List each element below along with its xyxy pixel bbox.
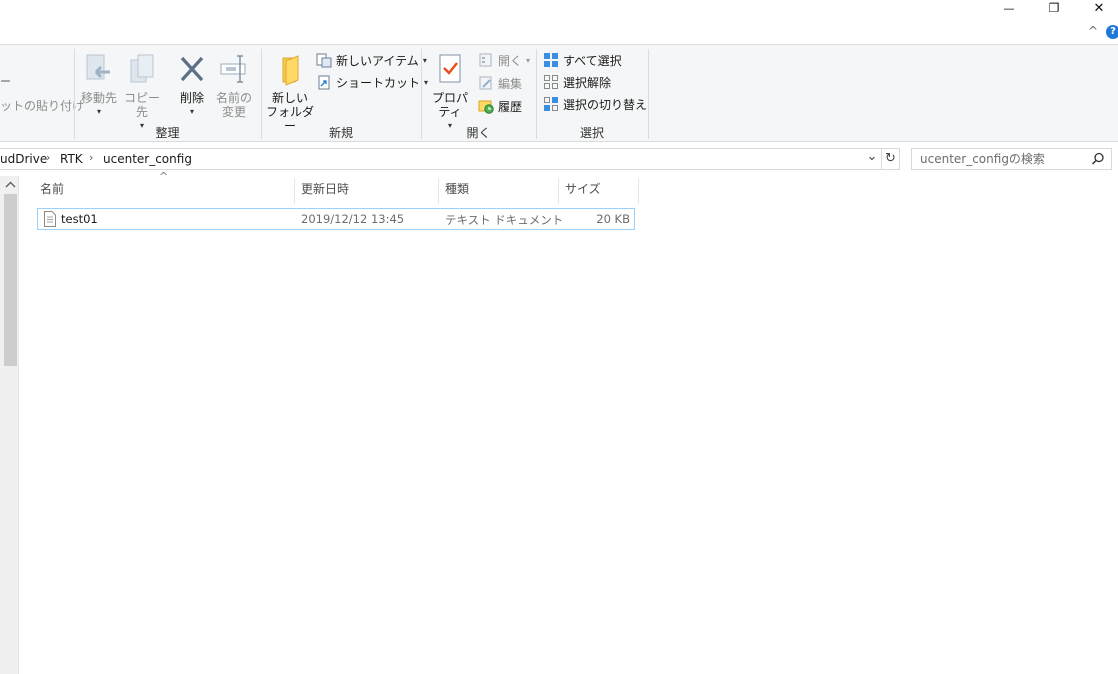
minimize-button[interactable]: — [986,0,1032,16]
help-button[interactable]: ? [1106,25,1118,39]
text-file-icon [43,211,57,227]
shortcut-icon [316,74,332,90]
search-box[interactable] [911,148,1112,170]
ribbon: ー ットの貼り付け 移動先 ▾ コピー先 ▾ 削除 ▾ 名前の 変更 整理 新し… [0,44,1118,142]
open-button[interactable]: 開く ▾ [478,50,530,70]
clipboard-partial-label: ー [0,75,11,88]
help-icon: ? [1110,26,1116,37]
open-icon [478,52,494,68]
history-icon [478,98,494,114]
new-group-label: 新規 [328,126,353,140]
invert-selection-icon [543,96,559,112]
address-dropdown-button[interactable]: ⌄ [864,150,880,168]
group-separator [648,49,649,139]
scroll-up-icon[interactable] [4,178,17,192]
edit-button[interactable]: 編集 [478,73,522,93]
close-icon: ✕ [1093,0,1105,16]
column-header-name[interactable]: 名前 [34,178,295,204]
move-to-button[interactable]: 移動先 ▾ [80,49,118,119]
chevron-up-icon: ^ [1087,24,1099,38]
breadcrumb-separator-icon[interactable]: › [89,151,93,164]
address-bar[interactable]: udDrive › RTK › ucenter_config ⌄ [0,148,882,170]
chevron-down-icon: ⌄ [866,149,878,164]
restore-icon: ❐ [1048,1,1060,15]
properties-button[interactable]: プロパティ ▾ [426,49,474,133]
paste-shortcut-button[interactable]: ットの貼り付け [0,97,84,114]
new-item-icon [316,52,332,68]
copy-to-icon [125,49,159,89]
select-none-button[interactable]: 選択解除 [543,72,611,92]
shortcut-button[interactable]: ショートカット ▾ [316,72,428,92]
copy-to-button[interactable]: コピー先 ▾ [122,49,162,133]
rename-button[interactable]: 名前の 変更 [214,49,254,119]
minimize-icon: — [1003,1,1015,15]
refresh-icon: ↻ [885,151,896,166]
move-to-icon [82,49,116,89]
select-none-icon [543,74,559,90]
file-date: 2019/12/12 13:45 [301,212,405,226]
file-size: 20 KB [596,212,630,226]
edit-icon [478,75,494,91]
delete-button[interactable]: 削除 ▾ [175,49,209,119]
file-row[interactable]: test01 2019/12/12 13:45 テキスト ドキュメント 20 K… [37,208,635,230]
column-header-date[interactable]: 更新日時 [295,178,439,204]
select-group-label: 選択 [579,126,604,140]
history-button[interactable]: 履歴 [478,96,522,116]
nav-pane-scrollbar[interactable] [0,176,19,674]
open-group-label: 開く [466,126,491,140]
column-header-type[interactable]: 種類 [439,178,559,204]
invert-selection-button[interactable]: 選択の切り替え [543,94,647,114]
restore-button[interactable]: ❐ [1031,0,1077,16]
breadcrumb-item[interactable]: ucenter_config [103,152,192,166]
close-button[interactable]: ✕ [1076,0,1118,16]
breadcrumb-item[interactable]: udDrive [0,152,47,166]
breadcrumb-item[interactable]: RTK [60,152,83,166]
new-item-button[interactable]: 新しいアイテム ▾ [316,50,427,70]
select-all-icon [543,52,559,68]
breadcrumb-separator-icon[interactable]: › [46,151,50,164]
scrollbar-thumb[interactable] [4,194,17,366]
column-header-size[interactable]: サイズ [559,178,639,204]
organize-group-label: 整理 [155,126,180,140]
file-name: test01 [61,212,98,226]
select-all-button[interactable]: すべて選択 [543,50,622,70]
search-icon[interactable] [1091,152,1105,166]
search-input[interactable] [920,152,1090,166]
ribbon-collapse-button[interactable]: ^ [1086,24,1100,40]
file-type: テキスト ドキュメント [445,213,564,227]
folder-icon [273,49,307,89]
refresh-button[interactable]: ↻ [882,148,900,170]
new-folder-button[interactable]: 新しい フォルダー [266,49,314,133]
delete-x-icon [175,49,209,89]
properties-check-icon [433,49,467,89]
rename-icon [217,49,251,89]
